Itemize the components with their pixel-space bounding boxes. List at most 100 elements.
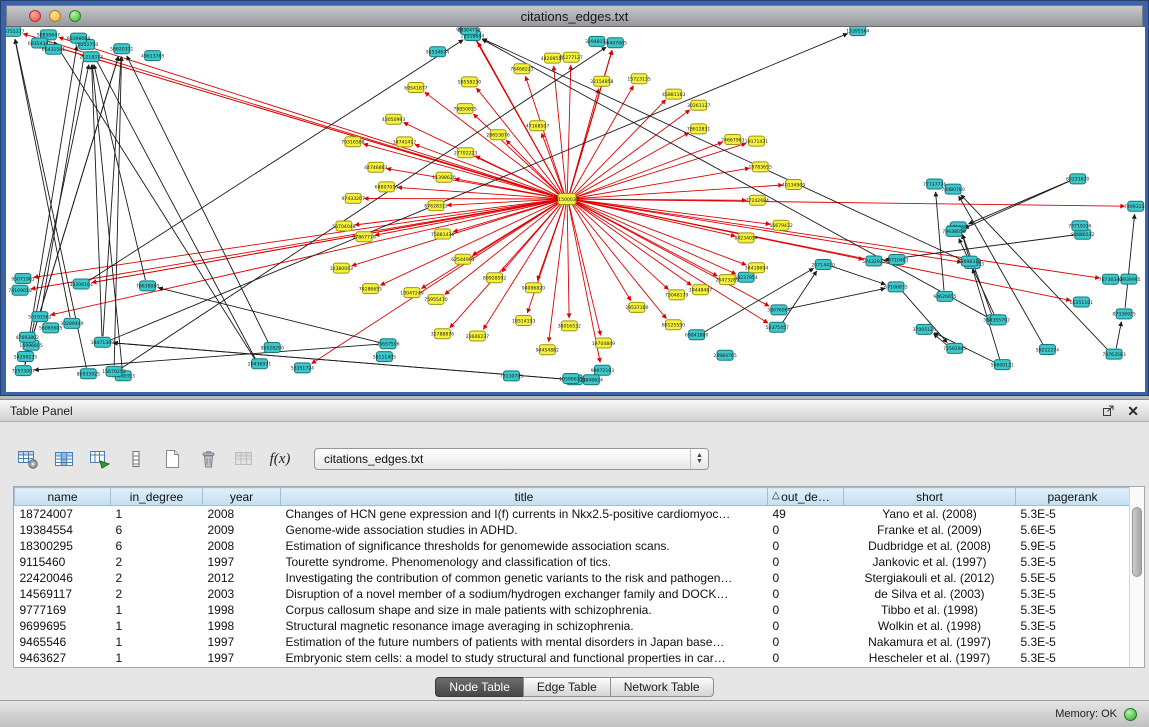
graph-node[interactable]: 70719336 [1068,221,1091,231]
graph-node[interactable]: 25657596 [376,339,399,349]
column-header-short[interactable]: short [844,488,1016,506]
row-selector-button[interactable] [122,445,150,473]
graph-edge[interactable] [573,204,667,319]
graph-node[interactable]: 77737776 [923,179,946,189]
graph-node[interactable]: 37005126 [913,324,936,334]
graph-node[interactable]: 54299235 [14,352,37,362]
graph-edge[interactable] [569,205,601,335]
graph-node[interactable]: 19355792 [987,315,1010,325]
graph-node[interactable]: 68125550 [662,320,685,330]
graph-node[interactable]: 26473289 [716,275,739,285]
graph-node[interactable]: 18514193 [512,316,535,326]
graph-node[interactable]: 83398088 [67,33,90,43]
graph-edge[interactable] [885,235,1074,260]
graph-node[interactable]: 69841880 [685,330,708,340]
close-panel-button[interactable]: ✕ [1127,404,1139,418]
graph-edge[interactable] [783,271,817,322]
graph-edge[interactable] [94,65,145,281]
column-header-year[interactable]: year [203,488,281,506]
graph-node[interactable]: 10590631 [559,374,582,384]
graph-node[interactable]: 34418604 [745,263,768,273]
network-window-titlebar[interactable]: citations_edges.txt [6,5,1143,27]
graph-edge[interactable] [127,56,268,342]
graph-node[interactable]: 91534674 [426,47,449,57]
graph-node[interactable]: 95071983 [11,274,34,284]
graph-edge[interactable] [113,343,565,379]
graph-node[interactable]: 51500031 [555,194,578,205]
graph-edge[interactable] [483,204,562,329]
network-canvas-svg[interactable]: 5675537749613785452527508339808821218373… [6,27,1145,392]
graph-node[interactable]: 45881163 [662,89,685,99]
graph-node[interactable]: 59600121 [991,360,1014,370]
graph-edge[interactable] [576,168,750,198]
graph-node[interactable]: 70763583 [1102,349,1125,359]
graph-edge[interactable] [50,45,558,197]
graph-node[interactable]: 74286655 [359,284,382,294]
graph-edge[interactable] [364,199,558,200]
graph-node[interactable]: 99972163 [591,365,614,375]
graph-node[interactable]: 30289449 [60,318,83,328]
graph-node[interactable]: 57432925 [862,256,885,266]
graph-node[interactable]: 74109018 [8,285,31,295]
graph-edge[interactable] [380,202,558,286]
graph-node[interactable]: 15670253 [102,366,125,376]
graph-node[interactable]: 94626655 [933,291,956,301]
table-selector[interactable]: citations_edges.txt ▲▼ [314,448,709,470]
graph-node[interactable]: 20714420 [812,260,835,270]
graph-node[interactable]: 75955470 [424,294,447,304]
graph-node[interactable]: 76710483 [885,255,908,265]
graph-edge[interactable] [969,181,1070,224]
table-row[interactable]: 969969511998Structural magnetic resonanc… [15,618,1130,634]
import-table-button[interactable] [230,445,258,473]
graph-node[interactable]: 75681436 [431,229,454,239]
function-builder-button[interactable]: f(x) [266,445,294,473]
graph-edge[interactable] [54,42,254,359]
column-header-out_de[interactable]: △out_de… [768,488,844,506]
graph-node[interactable]: 10047249 [400,288,423,298]
graph-node[interactable]: 58111405 [373,352,396,362]
minimize-window-button[interactable] [49,10,61,22]
table-row[interactable]: 977716911998Corpus callosum shape and si… [15,602,1130,618]
graph-node[interactable]: 65351101 [1070,297,1093,307]
graph-node[interactable]: 53351724 [291,363,314,373]
graph-node[interactable]: 27702223 [454,148,477,158]
graph-edge[interactable] [961,195,1108,350]
graph-node[interactable]: 76468221 [510,64,533,74]
table-row[interactable]: 1872400712008Changes of HCN gene express… [15,506,1130,522]
column-header-title[interactable]: title [281,488,768,506]
tab-network-table[interactable]: Network Table [610,677,714,697]
graph-node[interactable]: 49613785 [141,51,164,61]
table-row[interactable]: 1830029562008Estimation of significance … [15,538,1130,554]
graph-node[interactable]: 97867778 [352,232,375,242]
graph-node[interactable]: 40134909 [782,180,805,190]
graph-node[interactable]: 56679432 [769,220,792,230]
graph-node[interactable]: 72573007 [12,366,35,376]
table-row[interactable]: 1456911722003Disruption of a novel membe… [15,586,1130,602]
graph-edge[interactable] [483,39,965,261]
graph-node[interactable]: 56065605 [39,323,62,333]
graph-node[interactable]: 58558230 [458,77,481,87]
graph-node[interactable]: 87336935 [1112,309,1135,319]
graph-node[interactable]: 94454882 [536,345,559,355]
graph-node[interactable]: 39171471 [745,136,768,146]
graph-node[interactable]: 78638080 [136,281,159,291]
graph-node[interactable]: 73130785 [500,371,523,381]
graph-edge[interactable] [92,65,102,337]
graph-node[interactable]: 59212274 [1036,345,1059,355]
graph-node[interactable]: 38076964 [767,305,790,315]
graph-node[interactable]: 94096820 [522,283,545,293]
graph-node[interactable]: 73048179 [665,290,688,300]
graph-node[interactable]: 55704048 [332,221,355,231]
graph-edge[interactable] [576,200,1100,278]
graph-node[interactable]: 15723135 [627,74,650,84]
table-row[interactable]: 946362711997Embryonic stem cells: a mode… [15,650,1130,666]
graph-edge[interactable] [34,344,379,370]
graph-node[interactable]: 38471308 [91,337,114,347]
float-panel-button[interactable] [1102,404,1115,417]
graph-edge[interactable] [575,201,736,274]
graph-edge[interactable] [832,266,886,284]
graph-edge[interactable] [576,200,962,262]
graph-edge[interactable] [89,40,463,281]
graph-node[interactable]: 95028290 [261,343,284,353]
graph-edge[interactable] [575,133,689,197]
